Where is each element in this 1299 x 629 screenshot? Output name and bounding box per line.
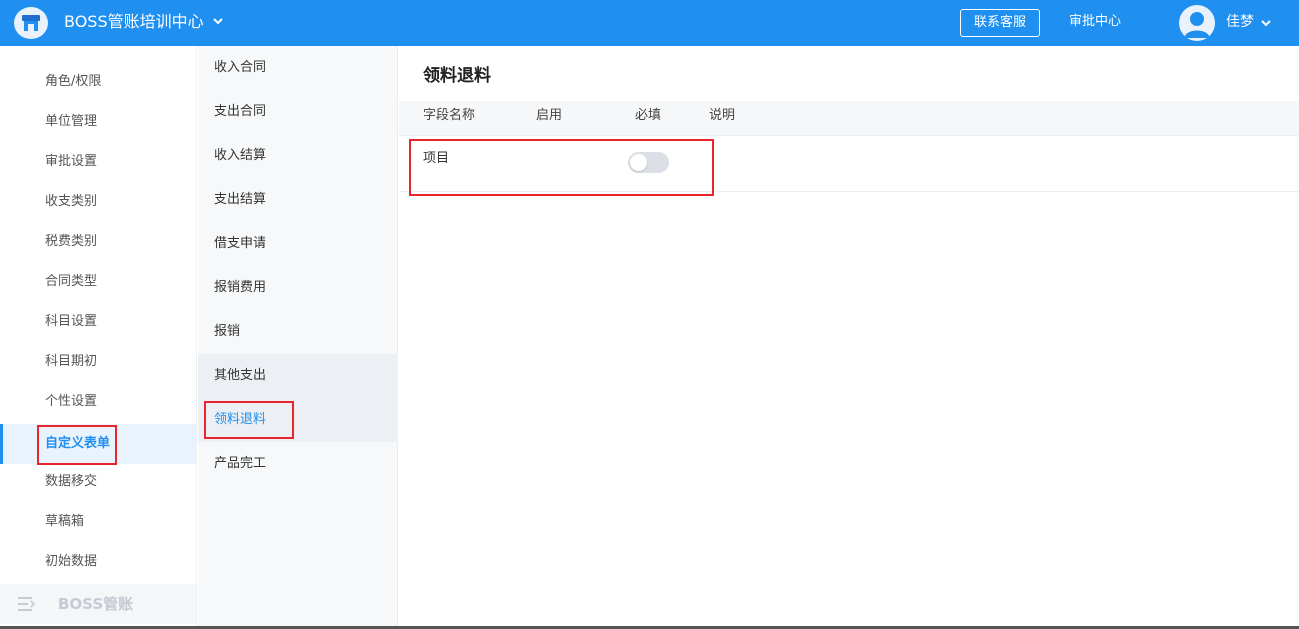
- sidebar-item-opening-balances[interactable]: 科目期初: [0, 342, 196, 382]
- subnav-item-other-expense[interactable]: 其他支出: [198, 354, 398, 398]
- settings-sidebar: 角色/权限 单位管理 审批设置 收支类别 税费类别 合同类型 科目设置 科目期初…: [0, 46, 197, 629]
- subnav-item-reimbursement[interactable]: 报销: [198, 310, 398, 354]
- user-avatar-icon[interactable]: [1179, 5, 1215, 41]
- sidebar-item-personalization[interactable]: 个性设置: [0, 382, 196, 422]
- subnav-item-material-requisition[interactable]: 领料退料: [198, 398, 398, 442]
- column-header-description: 说明: [709, 108, 736, 123]
- sidebar-footer[interactable]: BOSS管账: [0, 584, 196, 624]
- sidebar-item-accounts[interactable]: 科目设置: [0, 302, 196, 342]
- sidebar-item-tax-categories[interactable]: 税费类别: [0, 222, 196, 262]
- column-header-enabled: 启用: [536, 108, 563, 123]
- form-type-list: 收入合同 支出合同 收入结算 支出结算 借支申请 报销费用 报销 其他支出 领料…: [198, 46, 398, 629]
- approval-center-link[interactable]: 审批中心: [1069, 13, 1121, 31]
- chevron-down-icon[interactable]: [1259, 16, 1273, 30]
- required-toggle[interactable]: [628, 152, 669, 173]
- page-title: 领料退料: [423, 66, 491, 86]
- sidebar-item-contract-types[interactable]: 合同类型: [0, 262, 196, 302]
- subnav-item-income-settlement[interactable]: 收入结算: [198, 134, 398, 178]
- sidebar-item-custom-forms[interactable]: 自定义表单: [0, 424, 196, 464]
- org-title[interactable]: BOSS管账培训中心: [64, 12, 204, 32]
- subnav-item-advance-request[interactable]: 借支申请: [198, 222, 398, 266]
- sidebar-item-units[interactable]: 单位管理: [0, 102, 196, 142]
- subnav-item-income-contract[interactable]: 收入合同: [198, 46, 398, 90]
- subnav-item-product-completion[interactable]: 产品完工: [198, 442, 398, 486]
- toggle-knob: [630, 154, 647, 171]
- subnav-item-expense-contract[interactable]: 支出合同: [198, 90, 398, 134]
- column-header-field-name: 字段名称: [423, 108, 476, 123]
- store-icon[interactable]: [14, 7, 48, 39]
- top-bar: BOSS管账培训中心 联系客服 审批中心 佳梦: [0, 0, 1299, 46]
- main-content: 领料退料 字段名称 启用 必填 说明 项目: [399, 46, 1299, 629]
- sidebar-item-approval-settings[interactable]: 审批设置: [0, 142, 196, 182]
- contact-support-button[interactable]: 联系客服: [960, 9, 1040, 37]
- field-name-cell: 项目: [423, 151, 450, 166]
- sidebar-item-data-transfer[interactable]: 数据移交: [0, 462, 196, 502]
- subnav-item-reimbursement-expense[interactable]: 报销费用: [198, 266, 398, 310]
- sidebar-item-roles[interactable]: 角色/权限: [0, 62, 196, 102]
- sidebar-item-initial-data[interactable]: 初始数据: [0, 542, 196, 582]
- chevron-down-icon[interactable]: [211, 14, 225, 28]
- table-header: 字段名称 启用 必填 说明: [399, 101, 1299, 136]
- subnav-item-expense-settlement[interactable]: 支出结算: [198, 178, 398, 222]
- sidebar-item-income-expense-categories[interactable]: 收支类别: [0, 182, 196, 222]
- sidebar-item-drafts[interactable]: 草稿箱: [0, 502, 196, 542]
- user-name[interactable]: 佳梦: [1226, 13, 1254, 31]
- sidebar-footer-label: BOSS管账: [58, 595, 134, 613]
- column-header-required: 必填: [635, 108, 662, 123]
- table-row: 项目: [399, 136, 1299, 192]
- menu-collapse-icon[interactable]: [18, 596, 36, 612]
